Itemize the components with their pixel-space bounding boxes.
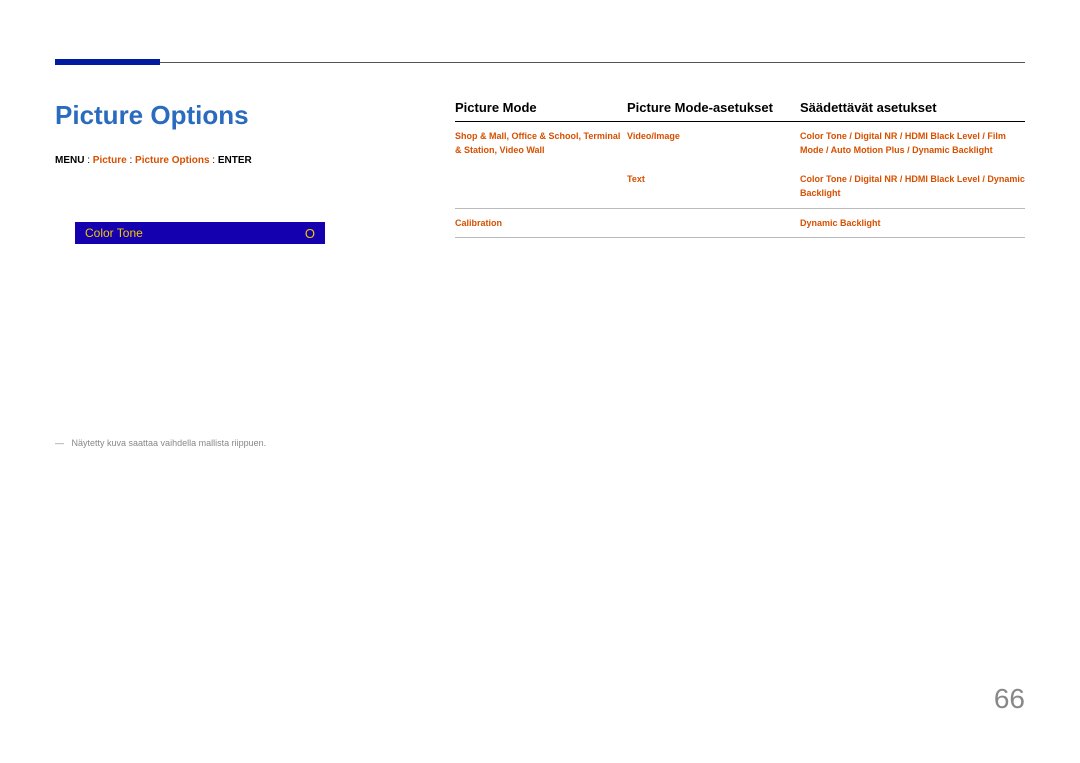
top-divider bbox=[55, 62, 1025, 63]
header-picture-mode: Picture Mode bbox=[455, 100, 627, 115]
table-row: Text Color Tone / Digital NR / HDMI Blac… bbox=[455, 165, 1025, 209]
breadcrumb-picture: Picture bbox=[93, 155, 127, 166]
cell-picture-mode: Calibration bbox=[455, 216, 627, 230]
footnote: ― Näytetty kuva saattaa vaihdella mallis… bbox=[55, 438, 266, 448]
breadcrumb-options: Picture Options bbox=[135, 155, 209, 166]
page-title: Picture Options bbox=[55, 100, 249, 131]
cell-saadettavat: Color Tone / Digital NR / HDMI Black Lev… bbox=[800, 129, 1025, 158]
settings-table: Picture Mode Picture Mode-asetukset Sääd… bbox=[455, 100, 1025, 238]
header-saadettavat: Säädettävät asetukset bbox=[800, 100, 1025, 115]
separator: : bbox=[87, 155, 90, 166]
cell-saadettavat: Dynamic Backlight bbox=[800, 216, 1025, 230]
breadcrumb-enter: ENTER bbox=[218, 155, 252, 166]
cell-mode-asetukset: Text bbox=[627, 172, 800, 201]
accent-bar bbox=[55, 59, 160, 65]
menu-item-label: Color Tone bbox=[85, 226, 143, 240]
header-asetukset: Picture Mode-asetukset bbox=[627, 100, 800, 115]
cell-mode-asetukset: Video/Image bbox=[627, 129, 800, 158]
table-row: Calibration Dynamic Backlight bbox=[455, 209, 1025, 238]
cell-picture-mode bbox=[455, 172, 627, 201]
page-number: 66 bbox=[994, 683, 1025, 715]
cell-saadettavat: Color Tone / Digital NR / HDMI Black Lev… bbox=[800, 172, 1025, 201]
breadcrumb: MENU : Picture : Picture Options : ENTER bbox=[55, 155, 252, 166]
table-header-row: Picture Mode Picture Mode-asetukset Sääd… bbox=[455, 100, 1025, 122]
separator: : bbox=[129, 155, 132, 166]
cell-picture-mode: Shop & Mall, Office & School, Terminal &… bbox=[455, 129, 627, 158]
dash-icon: ― bbox=[55, 438, 64, 448]
table-row: Shop & Mall, Office & School, Terminal &… bbox=[455, 122, 1025, 165]
breadcrumb-menu: MENU bbox=[55, 155, 84, 166]
menu-item-value: O bbox=[305, 226, 315, 241]
menu-item-color-tone[interactable]: Color Tone O bbox=[75, 222, 325, 244]
cell-mode-asetukset bbox=[627, 216, 800, 230]
footnote-text: Näytetty kuva saattaa vaihdella mallista… bbox=[72, 438, 267, 448]
separator: : bbox=[212, 155, 215, 166]
